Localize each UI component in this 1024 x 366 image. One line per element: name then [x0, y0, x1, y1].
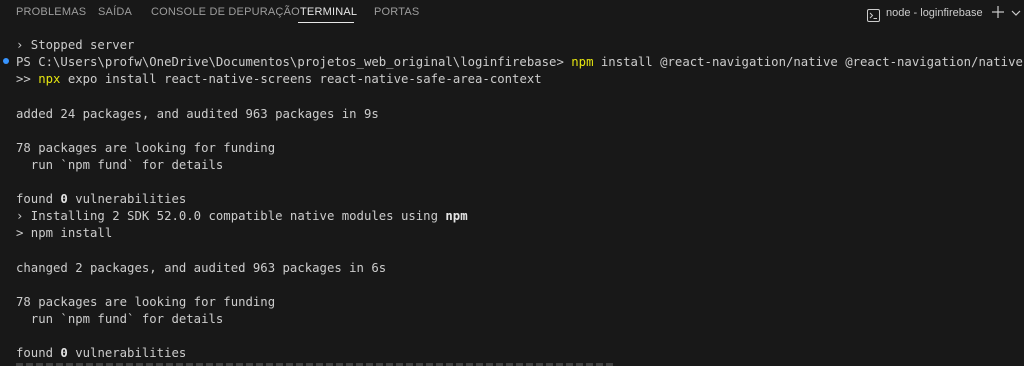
tab-output[interactable]: SAÍDA: [98, 6, 132, 18]
terminal-panel: PROBLEMAS SAÍDA CONSOLE DE DEPURAÇÃO TER…: [0, 0, 1024, 366]
vulnerability-count: 0: [60, 192, 68, 206]
output-line: › Stopped server: [16, 38, 135, 52]
chevron-down-icon[interactable]: [1008, 3, 1024, 21]
output-line: found 0 vulnerabilities: [16, 345, 186, 362]
panel-tab-bar: PROBLEMAS SAÍDA CONSOLE DE DEPURAÇÃO TER…: [0, 0, 1024, 26]
continuation-line: >> npx expo install react-native-screens…: [16, 71, 542, 88]
command-args: expo install react-native-screens react-…: [60, 72, 542, 86]
output-line: changed 2 packages, and audited 963 pack…: [16, 261, 387, 275]
package-manager-name: npm: [445, 209, 468, 223]
plus-icon[interactable]: [990, 3, 1006, 21]
terminal-icon: [867, 7, 880, 22]
terminal-instance-selector[interactable]: node - loginfirebase: [867, 4, 983, 22]
prompt-line: PS C:\Users\profw\OneDrive\Documentos\pr…: [16, 54, 1024, 71]
output-text: found: [16, 346, 61, 360]
command-name: npm: [571, 55, 594, 69]
output-line: run `npm fund` for details: [16, 158, 224, 172]
output-line: 78 packages are looking for funding: [16, 295, 276, 309]
output-line: 78 packages are looking for funding: [16, 141, 276, 155]
output-text: vulnerabilities: [67, 346, 187, 360]
tab-terminal[interactable]: TERMINAL: [300, 6, 357, 18]
vulnerability-count: 0: [60, 346, 68, 360]
output-text: › Installing 2 SDK 52.0.0 compatible nat…: [16, 209, 446, 223]
active-tab-indicator: [298, 22, 354, 23]
terminal-instance-label: node - loginfirebase: [886, 7, 983, 19]
output-line: › Installing 2 SDK 52.0.0 compatible nat…: [16, 208, 468, 225]
command-name: npx: [38, 72, 61, 86]
output-line: run `npm fund` for details: [16, 312, 224, 326]
output-text: vulnerabilities: [67, 192, 187, 206]
continuation-prompt: >>: [16, 72, 39, 86]
output-line: found 0 vulnerabilities: [16, 191, 186, 208]
output-text: found: [16, 192, 61, 206]
tab-debug-console[interactable]: CONSOLE DE DEPURAÇÃO: [151, 6, 300, 18]
tab-ports[interactable]: PORTAS: [374, 6, 419, 18]
terminal-output[interactable]: › Stopped server PS C:\Users\profw\OneDr…: [0, 26, 1024, 366]
command-decoration-icon[interactable]: [3, 58, 9, 64]
tab-problems[interactable]: PROBLEMAS: [16, 6, 86, 18]
output-line: > npm install: [16, 226, 113, 240]
command-args: install @react-navigation/native @react-…: [593, 55, 1024, 69]
prompt-path: PS C:\Users\profw\OneDrive\Documentos\pr…: [16, 55, 572, 69]
output-line: added 24 packages, and audited 963 packa…: [16, 107, 379, 121]
